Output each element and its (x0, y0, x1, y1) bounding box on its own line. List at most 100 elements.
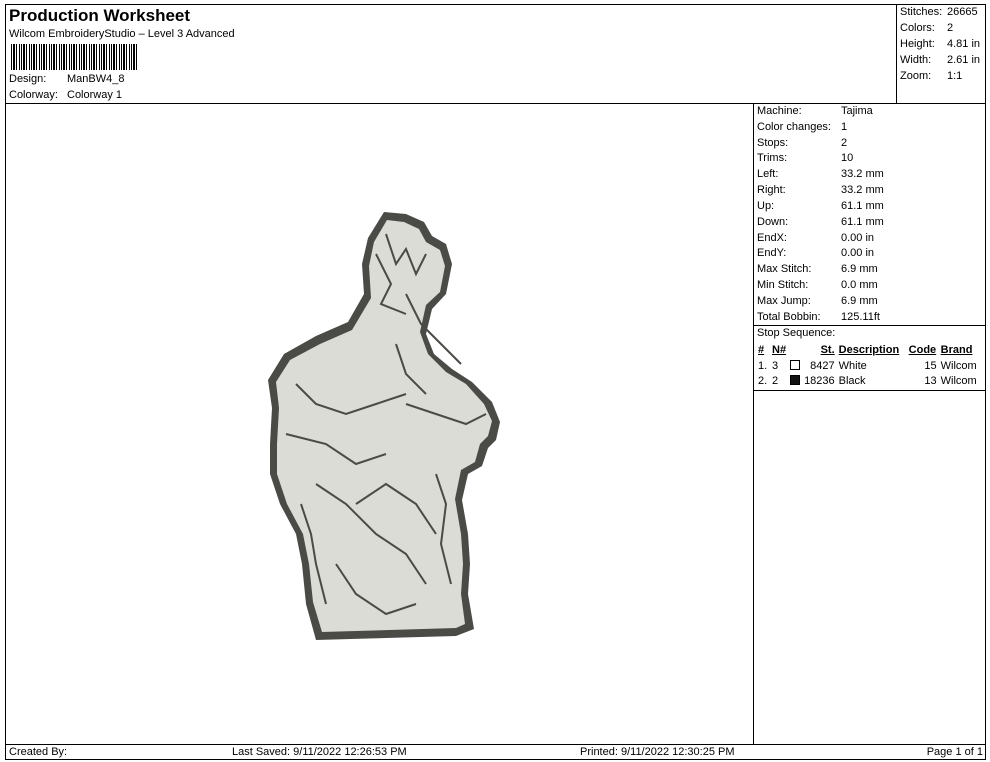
info-value: 10 (841, 152, 854, 164)
row-swatch (788, 358, 802, 373)
row-code: 13 (924, 374, 937, 387)
last-saved: Last Saved: 9/11/2022 12:26:53 PM (232, 746, 407, 758)
stat-value: 2 (947, 22, 954, 34)
info-value: 0.0 mm (841, 279, 878, 291)
page-number: Page 1 of 1 (926, 746, 983, 758)
row-swatch (788, 373, 802, 388)
info-label: Trims: (757, 152, 788, 164)
stat-value: 2.61 in (947, 54, 981, 66)
col-header-swatch (788, 342, 802, 358)
info-label: Right: (757, 184, 786, 196)
info-value: 0.00 in (841, 232, 875, 244)
stat-label: Stitches: (900, 6, 943, 18)
embroidery-figure-image (268, 212, 500, 640)
info-value: 33.2 mm (841, 184, 884, 196)
design-preview-canvas (6, 104, 754, 744)
info-row: Right: 33.2 mm (757, 184, 884, 196)
info-row: Total Bobbin: 125.11ft (757, 311, 880, 323)
info-row: Trims: 10 (757, 152, 853, 164)
info-row: EndY: 0.00 in (757, 247, 874, 259)
info-label: Max Jump: (757, 295, 811, 307)
info-label: EndY: (757, 247, 787, 259)
info-label: EndX: (757, 232, 787, 244)
colorway-row: Colorway: Colorway 1 (9, 89, 122, 101)
info-label: Stops: (757, 137, 789, 149)
info-label: Left: (757, 168, 779, 180)
info-label: Up: (757, 200, 775, 212)
info-value: Tajima (841, 105, 873, 117)
table-row: 2. 2 18236 Black 13 Wilcom (756, 373, 979, 388)
stat-label: Colors: (900, 22, 935, 34)
info-row: Max Stitch: 6.9 mm (757, 263, 878, 275)
info-label: Total Bobbin: (757, 311, 821, 323)
created-by: Created By: (9, 746, 68, 758)
printed-date: Printed: 9/11/2022 12:30:25 PM (580, 746, 735, 758)
stat-value: 26665 (947, 6, 978, 18)
row-index: 2. (758, 374, 768, 387)
stat-value: 1:1 (947, 70, 963, 82)
info-row: Min Stitch: 0.0 mm (757, 279, 878, 291)
row-brand: Wilcom (940, 374, 977, 387)
row-description: White (838, 359, 867, 372)
barcode-image (11, 44, 137, 70)
row-description: Black (838, 374, 866, 387)
info-row: Down: 61.1 mm (757, 216, 884, 228)
stat-row: Colors: 2 (900, 22, 953, 34)
col-header-needle: N# (772, 344, 787, 356)
color-swatch-white (790, 359, 801, 370)
row-needle: 3 (772, 359, 779, 372)
info-row: Left: 33.2 mm (757, 168, 884, 180)
info-value: 0.00 in (841, 247, 875, 259)
colorway-value: Colorway 1 (67, 89, 123, 101)
info-value: 33.2 mm (841, 168, 884, 180)
stat-row: Width: 2.61 in (900, 54, 980, 66)
info-label: Down: (757, 216, 789, 228)
stat-row: Zoom: 1:1 (900, 70, 962, 82)
info-row: Color changes: 1 (757, 121, 847, 133)
row-index: 1. (758, 359, 768, 372)
info-label: Min Stitch: (757, 279, 809, 291)
info-value: 6.9 mm (841, 263, 878, 275)
info-value: 2 (841, 137, 848, 149)
row-brand: Wilcom (940, 359, 977, 372)
worksheet-header: Production Worksheet Wilcom EmbroiderySt… (6, 5, 896, 104)
col-header-index: # (758, 344, 765, 356)
colorway-label: Colorway: (9, 89, 58, 101)
stat-value: 4.81 in (947, 38, 981, 50)
stop-sequence-panel: Stop Sequence: # N# St. Description Code… (754, 325, 986, 391)
info-row: Stops: 2 (757, 137, 847, 149)
row-needle: 2 (772, 374, 779, 387)
stop-sequence-table: # N# St. Description Code Brand 1. 3 842… (756, 342, 979, 388)
color-swatch-black (790, 374, 801, 385)
stat-row: Height: 4.81 in (900, 38, 980, 50)
machine-info-panel: Machine: Tajima Color changes: 1 Stops: 2 T… (754, 104, 986, 744)
info-row: Max Jump: 6.9 mm (757, 295, 878, 307)
design-label: Design: (9, 73, 47, 85)
col-header-description: Description (838, 344, 900, 356)
info-value: 6.9 mm (841, 295, 878, 307)
info-value: 125.11ft (841, 311, 880, 323)
stat-label: Width: (900, 54, 932, 66)
row-stitches: 8427 (810, 359, 835, 372)
info-label: Max Stitch: (757, 263, 812, 275)
stat-row: Stitches: 26665 (900, 6, 978, 18)
info-value: 61.1 mm (841, 200, 884, 212)
worksheet-frame: Production Worksheet Wilcom EmbroiderySt… (5, 4, 986, 760)
info-value: 1 (841, 121, 848, 133)
design-value: ManBW4_8 (67, 73, 125, 85)
software-subtitle: Wilcom EmbroideryStudio – Level 3 Advanc… (9, 28, 235, 40)
table-header-row: # N# St. Description Code Brand (756, 342, 979, 358)
stat-label: Height: (900, 38, 935, 50)
worksheet-footer: Created By: Last Saved: 9/11/2022 12:26:… (6, 744, 986, 760)
row-stitches: 18236 (804, 374, 835, 387)
design-stats: Stitches: 26665 Colors: 2 Height: 4.81 in W… (896, 5, 986, 104)
col-header-code: Code (908, 344, 937, 356)
col-header-brand: Brand (940, 344, 973, 356)
info-label: Machine: (757, 105, 802, 117)
info-row: EndX: 0.00 in (757, 232, 874, 244)
row-code: 15 (924, 359, 937, 372)
info-row: Machine: Tajima (757, 105, 873, 117)
info-value: 61.1 mm (841, 216, 884, 228)
info-row: Up: 61.1 mm (757, 200, 884, 212)
table-row: 1. 3 8427 White 15 Wilcom (756, 358, 979, 373)
